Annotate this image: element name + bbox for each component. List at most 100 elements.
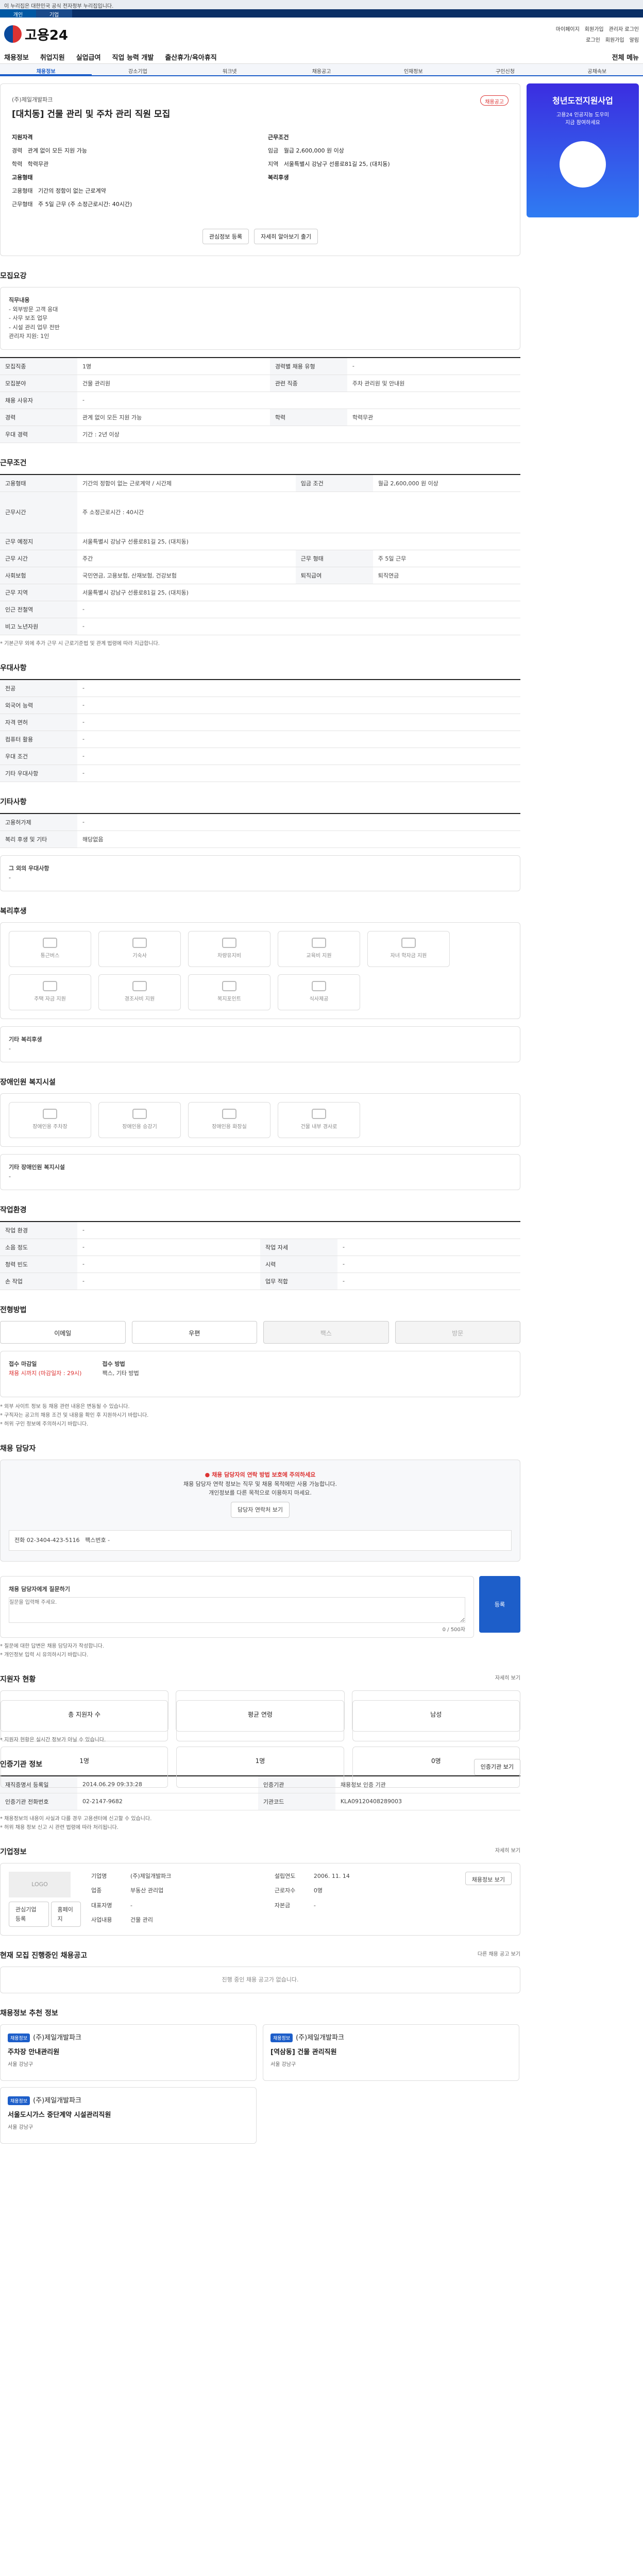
list-item: - 사무 보조 업무: [9, 315, 48, 322]
parking-icon: 장애인용 주차장: [9, 1101, 91, 1138]
disability-box: 장애인용 주차장 장애인용 승강기 장애인용 화장실 건물 내부 경사로: [0, 1093, 520, 1147]
tab-company[interactable]: 기업: [36, 9, 72, 18]
corp-more-link[interactable]: 자세히 보기: [495, 1846, 520, 1863]
applicant-section: 지원자 현황 자세히 보기 총 지원자 수 1명 평균 연령 1명 남성 0명 * 지원…: [0, 1674, 520, 1788]
field-value: 월급 2,600,000 원 이상: [283, 147, 344, 154]
field-label: 임금: [268, 147, 279, 154]
corp-logo: LOGO: [9, 1871, 71, 1897]
section-title: 장애인원 복지시설: [0, 1078, 56, 1087]
table-row: 손 작업 - 업무 적합 -: [0, 1273, 520, 1290]
duty-extra: 관리자 지원: 1인: [9, 333, 49, 340]
show-contact-button[interactable]: 담당자 연락처 보기: [231, 1501, 290, 1518]
disability-other: 기타 장애인원 복지시설 -: [0, 1154, 520, 1190]
join-icon[interactable]: 회원가입: [605, 36, 624, 43]
logo[interactable]: 고용24: [4, 25, 68, 44]
recommend-card[interactable]: 채용정보 (주)제일개발파크 주차장 안내관리원 서울 강남구: [0, 2024, 257, 2081]
field-value: 기간의 정함이 없는 근로계약: [38, 188, 106, 194]
detail-button[interactable]: 자세히 알아보기 출기: [254, 229, 318, 244]
other-more-link[interactable]: 다른 채용 공고 보기: [478, 1950, 520, 1967]
corp-home-button[interactable]: 홈페이지: [50, 1901, 81, 1927]
elevator-icon: 장애인용 승강기: [98, 1101, 181, 1138]
table-row: 채용 사유자 -: [0, 392, 520, 409]
qna-submit-button[interactable]: 등록: [479, 1575, 520, 1633]
table-row: 전공 -: [0, 679, 520, 697]
recruit-table: 모집직종 1명 경력별 채용 유형 - 모집분야 건물 관리원 관련 직종 주차 관리원 및…: [0, 357, 520, 443]
section-title: 채용 담당자: [0, 1444, 36, 1453]
nav-item-leave[interactable]: 출산휴가/육아휴직: [165, 52, 216, 62]
qna-section: 채용 담당자에게 질문하기 0 / 500자 등록 * 질문에 대한 답변은 채…: [0, 1575, 520, 1659]
apply-methods: 이메일 우편 팩스 방문: [0, 1320, 520, 1344]
robot-icon: [560, 141, 606, 188]
subnav-item[interactable]: 공채속보: [551, 64, 643, 75]
field-value: 주 5일 근무 (주 소정근로시간: 40시간): [38, 201, 132, 208]
nav-item-jobs[interactable]: 채용정보: [4, 52, 29, 62]
subnav-item[interactable]: 구인신청: [459, 64, 551, 75]
section-title: 복리후생: [0, 907, 27, 916]
subnav-item[interactable]: 강소기업: [92, 64, 183, 75]
section-title: 모집요강: [0, 272, 27, 280]
tab-personal[interactable]: 개인: [0, 9, 36, 18]
corp-favorite-button[interactable]: 관심기업 등록: [9, 1901, 49, 1927]
header-right: 마이페이지 회원가입 관리자 로그인 로그인 회원가입 알림: [556, 25, 639, 43]
site-tabs: 개인 기업: [0, 9, 643, 18]
table-row: 기타 우대사항 -: [0, 765, 520, 782]
header-link-join[interactable]: 회원가입: [585, 25, 604, 32]
subnav-item[interactable]: 인재정보: [367, 64, 459, 75]
corp-section: 기업정보 자세히 보기 LOGO 관심기업 등록 홈페이지 기업명 (주)제일개발파…: [0, 1846, 520, 1936]
subnav-item[interactable]: 채용공고: [276, 64, 367, 75]
favorite-button[interactable]: 관심정보 등록: [202, 229, 249, 244]
field-label: 지원자격: [12, 134, 33, 141]
recommend-card[interactable]: 채용정보 (주)제일개발파크 서울도시가스 중단계약 시설관리직원 서울 강남구: [0, 2087, 257, 2144]
list-item: - 시설 관리 업무 전반: [9, 324, 60, 331]
work-table: 고용형태 기간의 정함이 없는 근로계약 / 시간제 임금 조건 월급 2,600,0…: [0, 473, 520, 635]
nav-item-support[interactable]: 취업지원: [40, 52, 65, 62]
status-badge: 채용공고: [480, 95, 509, 106]
qna-input[interactable]: [9, 1597, 465, 1623]
header-link-admin[interactable]: 관리자 로그인: [609, 25, 639, 32]
field-label: 경력: [12, 147, 23, 154]
table-row: 고용허가제 -: [0, 813, 520, 831]
apply-email-button[interactable]: 이메일: [0, 1320, 126, 1344]
all-menu-button[interactable]: 전체 메뉴: [612, 52, 639, 62]
job-title: [대치동] 건물 관리 및 주차 관리 직원 모집: [12, 109, 171, 120]
field-label: 근무조건: [268, 134, 289, 141]
duty-box: 직무내용 - 외부방문 고객 응대 - 사무 보조 업무 - 시설 관리 업무 …: [0, 287, 520, 350]
nav-item-unemployment[interactable]: 실업급여: [76, 52, 101, 62]
applicant-more-link[interactable]: 자세히 보기: [495, 1674, 520, 1690]
alarm-icon[interactable]: 알림: [630, 36, 639, 43]
scholarship-icon: 자녀 학자금 지원: [367, 930, 450, 967]
promo-banner[interactable]: 청년도전지원사업 고용24 인공지능 도우미 지금 참여하세요: [527, 83, 639, 217]
login-icon[interactable]: 로그인: [586, 36, 600, 43]
welfare-other: 기타 복리후생 -: [0, 1026, 520, 1062]
corp-box: LOGO 관심기업 등록 홈페이지 기업명 (주)제일개발파크 설립연도 2006. …: [0, 1862, 520, 1936]
field-value: 관계 없이 모든 지원 가능: [27, 147, 87, 154]
welfare-section: 복리후생 통근버스 기숙사 차량유지비 교육비 지원 자녀 학자금 지원 주택 …: [0, 906, 520, 1062]
table-row: 고용형태 기간의 정함이 없는 근로계약 / 시간제 임금 조건 월급 2,600,0…: [0, 474, 520, 492]
gov-notice: 이 누리집은 대한민국 공식 전자정부 누리집입니다.: [0, 0, 643, 9]
section-title: 근무조건: [0, 459, 27, 467]
contact-box: ● 채용 담당자의 연락 방법 보호에 주의하세요 채용 담당자 연락 정보는 …: [0, 1459, 520, 1562]
sitebar-fill: [72, 9, 643, 18]
etc-table: 고용허가제 - 복리 후생 및 기타 해당없음: [0, 812, 520, 848]
subnav-item[interactable]: 채용정보: [0, 64, 92, 75]
point-icon: 복지포인트: [188, 974, 270, 1010]
banner-line: 고용24 인공지능 도우미: [556, 112, 609, 118]
header-link-mypage[interactable]: 마이페이지: [556, 25, 580, 32]
etc-section: 기타사항 고용허가제 - 복리 후생 및 기타 해당없음 그 외의 우대사항 -: [0, 796, 520, 891]
corp-jobs-button[interactable]: 채용정보 보기: [465, 1871, 512, 1885]
recommend-card[interactable]: 채용정보 (주)제일개발파크 [역삼동] 건물 관리직원 서울 강남구: [263, 2024, 519, 2081]
apply-notes: * 외부 사이트 정보 등 채용 관련 내용은 변동될 수 있습니다. * 구직자…: [0, 1403, 149, 1427]
section-title: 전형방법: [0, 1306, 27, 1314]
field-value: 학력무관: [27, 161, 49, 167]
table-row: 자격 면허 -: [0, 714, 520, 731]
org-button[interactable]: 인증기관 보기: [473, 1758, 520, 1775]
section-title: 작업환경: [0, 1206, 27, 1214]
nav-item-training[interactable]: 직업 능력 개발: [112, 52, 154, 62]
subnav-item[interactable]: 워크넷: [184, 64, 276, 75]
table-row: 근무시간 주 소정근로시간 : 40시간: [0, 492, 520, 533]
apply-post-button[interactable]: 우편: [131, 1320, 257, 1344]
welfare-box: 통근버스 기숙사 차량유지비 교육비 지원 자녀 학자금 지원 주택 자금 지원…: [0, 922, 520, 1019]
field-label: 고용형태: [12, 174, 33, 181]
dorm-icon: 기숙사: [98, 930, 181, 967]
table-row: 비고 노년자원 -: [0, 618, 520, 635]
